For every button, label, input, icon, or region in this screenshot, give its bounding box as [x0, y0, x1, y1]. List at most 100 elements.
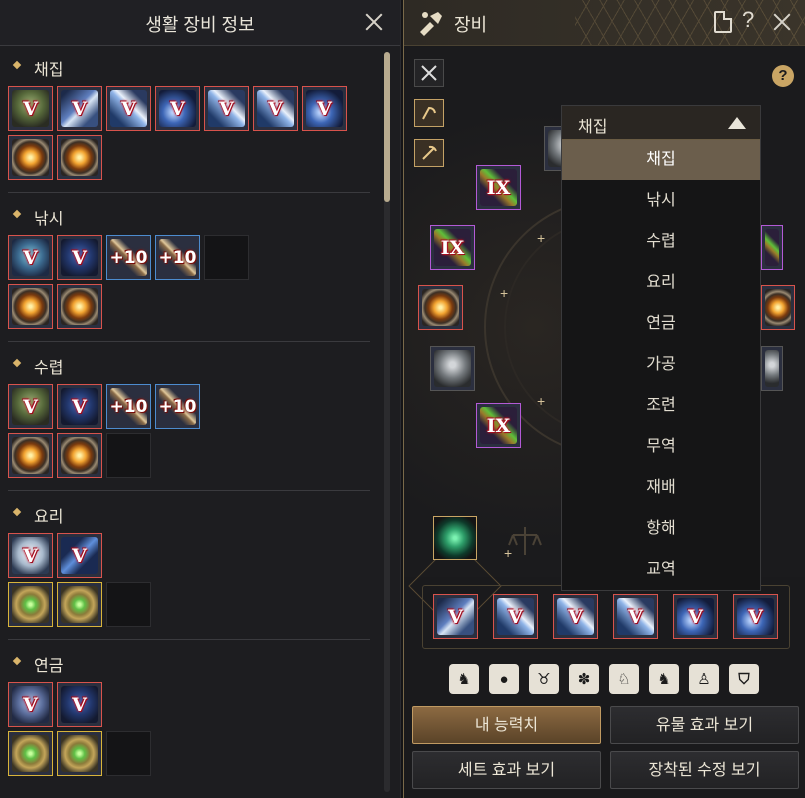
gear-slot[interactable]: V	[57, 533, 102, 578]
equip-slot[interactable]: IX	[476, 165, 521, 210]
accessory-slot[interactable]	[8, 135, 53, 180]
gear-slot[interactable]: V	[155, 86, 200, 131]
accessory-slot[interactable]	[8, 433, 53, 478]
my-stats-button[interactable]: 내 능력치	[412, 706, 601, 744]
gear-slot[interactable]: +10	[155, 235, 200, 280]
person-icon[interactable]: ♙	[689, 664, 719, 694]
gear-slot[interactable]: V	[106, 86, 151, 131]
tool-slot[interactable]: V	[433, 594, 478, 639]
set-effect-button[interactable]: 세트 효과 보기	[412, 751, 601, 789]
accessory-slot[interactable]	[8, 582, 53, 627]
tool-slot[interactable]: V	[673, 594, 718, 639]
dragon-icon[interactable]: ♘	[609, 664, 639, 694]
gear-row: V V	[8, 682, 102, 727]
accessory-slot[interactable]	[8, 731, 53, 776]
gear-slot[interactable]: V	[8, 533, 53, 578]
help-icon[interactable]: ?	[742, 7, 754, 33]
accessory-row	[8, 731, 151, 776]
relic-effect-button[interactable]: 유물 효과 보기	[610, 706, 799, 744]
scrollbar[interactable]	[384, 52, 390, 792]
dropdown-option[interactable]: 재배	[562, 467, 760, 508]
document-icon[interactable]	[714, 11, 732, 33]
unicorn-icon[interactable]: ♞	[649, 664, 679, 694]
scrollbar-thumb[interactable]	[384, 52, 390, 202]
enhance-badge: V	[268, 97, 283, 120]
equip-slot[interactable]	[418, 285, 463, 330]
enhance-badge: V	[23, 97, 38, 120]
gear-slot[interactable]: V	[302, 86, 347, 131]
enhance-badge: V	[72, 544, 87, 567]
accessory-slot[interactable]	[57, 731, 102, 776]
tool-slot[interactable]: V	[553, 594, 598, 639]
dropdown-option[interactable]: 연금	[562, 303, 760, 344]
accessory-slot[interactable]	[8, 284, 53, 329]
pet-slot[interactable]	[433, 516, 477, 560]
left-panel-title: 생활 장비 정보	[145, 15, 255, 35]
gear-slot[interactable]: +10	[155, 384, 200, 429]
gear-slot[interactable]: V	[8, 235, 53, 280]
dropdown-option[interactable]: 수렵	[562, 221, 760, 262]
dropdown-option[interactable]: 가공	[562, 344, 760, 385]
enhance-badge: V	[317, 97, 332, 120]
horse-icon[interactable]: ♞	[449, 664, 479, 694]
dropdown-option[interactable]: 항해	[562, 508, 760, 549]
diamond-bullet-icon	[12, 358, 22, 368]
gear-slot[interactable]: +10	[106, 235, 151, 280]
gear-slot[interactable]: +10	[106, 384, 151, 429]
gear-slot[interactable]: V	[57, 235, 102, 280]
dropdown-option[interactable]: 요리	[562, 262, 760, 303]
info-button[interactable]: ?	[772, 65, 794, 87]
equipped-crystal-button[interactable]: 장착된 수정 보기	[610, 751, 799, 789]
section-label: 수렵	[34, 360, 64, 377]
green-gem-icon	[12, 586, 49, 623]
equipment-display: ? IX IX IX + + + + + + + 채집 채집 낚시 수렵	[404, 47, 805, 633]
tab-life-pickaxe[interactable]	[414, 139, 444, 167]
enhance-badge: V	[23, 693, 38, 716]
tool-slot[interactable]: V	[733, 594, 778, 639]
equip-slot-armor[interactable]	[430, 346, 475, 391]
dropdown-option[interactable]: 낚시	[562, 180, 760, 221]
gear-slot[interactable]: V	[8, 384, 53, 429]
tab-life-tools[interactable]	[414, 99, 444, 127]
section-header: 낚시	[0, 199, 370, 229]
dropdown-option[interactable]: 교역	[562, 549, 760, 590]
tab-life-weapon[interactable]	[414, 59, 444, 87]
gear-slot[interactable]: V	[253, 86, 298, 131]
gear-row: V V	[8, 533, 102, 578]
equip-slot[interactable]	[761, 346, 783, 391]
dropdown-option[interactable]: 무역	[562, 426, 760, 467]
gear-slot[interactable]: V	[57, 682, 102, 727]
gear-slot[interactable]: V	[8, 682, 53, 727]
cat-icon[interactable]: ♉	[529, 664, 559, 694]
enhance-badge: V	[688, 605, 703, 628]
accessory-slot[interactable]	[57, 284, 102, 329]
tool-slot[interactable]: V	[613, 594, 658, 639]
gear-slot[interactable]: V	[8, 86, 53, 131]
equip-slot[interactable]	[761, 225, 783, 270]
equip-slot[interactable]	[761, 285, 795, 330]
empty-slot	[106, 731, 151, 776]
shield-icon[interactable]: ⛉	[729, 664, 759, 694]
close-icon[interactable]	[362, 10, 386, 34]
enhance-badge: V	[568, 605, 583, 628]
close-icon[interactable]	[770, 10, 794, 34]
accessory-slot[interactable]	[57, 582, 102, 627]
paw-icon[interactable]: ✽	[569, 664, 599, 694]
equip-slot[interactable]: IX	[430, 225, 475, 270]
accessory-slot[interactable]	[57, 135, 102, 180]
enhance-badge: V	[121, 97, 136, 120]
gear-slot[interactable]: V	[57, 86, 102, 131]
gear-slot[interactable]: V	[204, 86, 249, 131]
category-dropdown[interactable]: 채집 채집 낚시 수렵 요리 연금 가공 조련 무역 재배 항해 교역	[561, 105, 761, 591]
dropdown-selected[interactable]: 채집	[562, 106, 760, 140]
mask-icon[interactable]: ●	[489, 664, 519, 694]
accessory-slot[interactable]	[57, 433, 102, 478]
dropdown-option[interactable]: 조련	[562, 385, 760, 426]
orb-icon	[12, 139, 49, 176]
gear-slot[interactable]: V	[57, 384, 102, 429]
dropdown-option[interactable]: 채집	[562, 140, 760, 180]
equip-slot[interactable]: IX	[476, 403, 521, 448]
orb-icon	[61, 437, 98, 474]
pickaxe-icon	[422, 145, 437, 160]
tool-slot[interactable]: V	[493, 594, 538, 639]
